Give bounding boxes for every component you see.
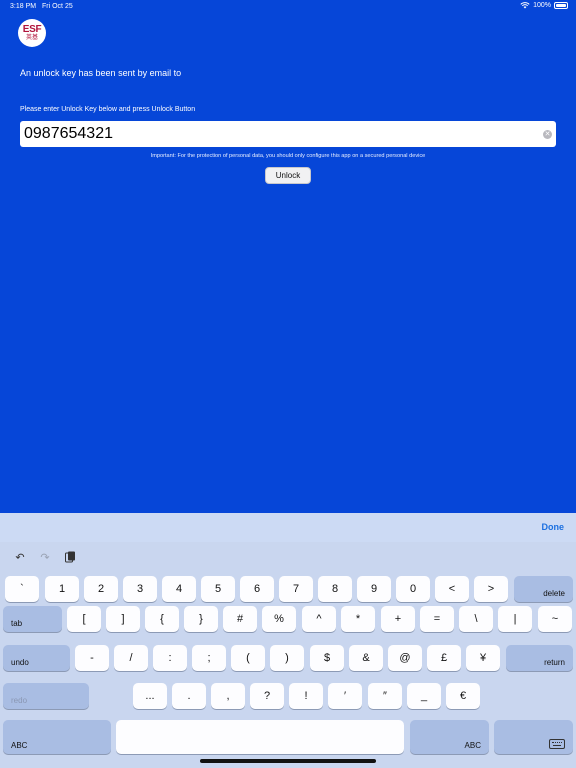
key[interactable]: + bbox=[381, 606, 415, 632]
key[interactable]: - bbox=[75, 645, 109, 671]
key[interactable]: | bbox=[498, 606, 532, 632]
battery-icon bbox=[554, 2, 568, 9]
key[interactable]: : bbox=[153, 645, 187, 671]
abc-key-right[interactable]: ABC bbox=[410, 720, 489, 754]
key[interactable]: ; bbox=[192, 645, 226, 671]
status-bar: 3:18 PM Fri Oct 25 100% bbox=[0, 0, 576, 14]
key[interactable]: @ bbox=[388, 645, 422, 671]
unlock-key-field: ✕ bbox=[20, 121, 556, 147]
key[interactable]: 9 bbox=[357, 576, 391, 602]
key[interactable]: & bbox=[349, 645, 383, 671]
key[interactable]: 5 bbox=[201, 576, 235, 602]
key[interactable]: \ bbox=[459, 606, 493, 632]
keyboard-toolbar: Done bbox=[0, 513, 576, 542]
key[interactable]: ~ bbox=[538, 606, 572, 632]
key[interactable]: 6 bbox=[240, 576, 274, 602]
key[interactable]: 2 bbox=[84, 576, 118, 602]
status-date: Fri Oct 25 bbox=[42, 3, 73, 10]
key[interactable]: / bbox=[114, 645, 148, 671]
done-button[interactable]: Done bbox=[542, 522, 565, 532]
undo-icon[interactable]: ↶ bbox=[13, 550, 27, 564]
paste-icon[interactable] bbox=[63, 550, 77, 564]
unlock-sent-message: An unlock key has been sent by email to bbox=[20, 68, 182, 78]
wifi-icon bbox=[520, 2, 530, 9]
abc-key-left[interactable]: ABC bbox=[3, 720, 111, 754]
key[interactable]: € bbox=[446, 683, 480, 709]
status-time: 3:18 PM bbox=[10, 3, 37, 10]
important-notice: Important: For the protection of persona… bbox=[150, 153, 426, 159]
keyboard: ↶ ↷ ` 1 2 3 4 5 6 7 8 9 0 < > delete tab… bbox=[0, 542, 576, 768]
key[interactable]: ... bbox=[133, 683, 167, 709]
key[interactable]: ^ bbox=[302, 606, 336, 632]
space-key[interactable] bbox=[116, 720, 404, 754]
key[interactable]: ! bbox=[289, 683, 323, 709]
key[interactable]: _ bbox=[407, 683, 441, 709]
unlock-key-input[interactable] bbox=[24, 124, 524, 144]
key[interactable]: % bbox=[262, 606, 296, 632]
key[interactable]: ″ bbox=[368, 683, 402, 709]
key[interactable]: $ bbox=[310, 645, 344, 671]
esf-logo: ESF 英基 bbox=[18, 19, 46, 47]
key[interactable]: 1 bbox=[45, 576, 79, 602]
key[interactable]: ? bbox=[250, 683, 284, 709]
key[interactable]: 8 bbox=[318, 576, 352, 602]
key[interactable]: ` bbox=[5, 576, 39, 602]
key[interactable]: ) bbox=[270, 645, 304, 671]
key[interactable]: ] bbox=[106, 606, 140, 632]
key[interactable]: 4 bbox=[162, 576, 196, 602]
key[interactable]: £ bbox=[427, 645, 461, 671]
key[interactable]: > bbox=[474, 576, 508, 602]
key[interactable]: * bbox=[341, 606, 375, 632]
key[interactable]: , bbox=[211, 683, 245, 709]
logo-main-text: ESF bbox=[22, 23, 42, 35]
home-indicator bbox=[200, 759, 376, 763]
enter-key-instruction: Please enter Unlock Key below and press … bbox=[20, 106, 196, 113]
key[interactable]: } bbox=[184, 606, 218, 632]
key[interactable]: < bbox=[435, 576, 469, 602]
keyboard-dismiss-icon bbox=[549, 739, 565, 749]
redo-key[interactable]: redo bbox=[3, 683, 89, 709]
key[interactable]: 3 bbox=[123, 576, 157, 602]
key[interactable]: # bbox=[223, 606, 257, 632]
key[interactable]: = bbox=[420, 606, 454, 632]
key[interactable]: . bbox=[172, 683, 206, 709]
status-indicators: 100% bbox=[520, 2, 568, 9]
redo-icon[interactable]: ↷ bbox=[38, 550, 52, 564]
key[interactable]: ′ bbox=[328, 683, 362, 709]
logo-sub-text: 英基 bbox=[25, 34, 38, 41]
return-key[interactable]: return bbox=[506, 645, 573, 671]
unlock-button[interactable]: Unlock bbox=[265, 167, 311, 184]
clear-icon[interactable]: ✕ bbox=[543, 130, 552, 139]
dismiss-keyboard-key[interactable] bbox=[494, 720, 573, 754]
key[interactable]: [ bbox=[67, 606, 101, 632]
tab-key[interactable]: tab bbox=[3, 606, 62, 632]
key[interactable]: 0 bbox=[396, 576, 430, 602]
key[interactable]: ( bbox=[231, 645, 265, 671]
battery-percent: 100% bbox=[533, 2, 551, 9]
delete-key[interactable]: delete bbox=[514, 576, 573, 602]
key[interactable]: { bbox=[145, 606, 179, 632]
key[interactable]: ¥ bbox=[466, 645, 500, 671]
key[interactable]: 7 bbox=[279, 576, 313, 602]
undo-key[interactable]: undo bbox=[3, 645, 70, 671]
